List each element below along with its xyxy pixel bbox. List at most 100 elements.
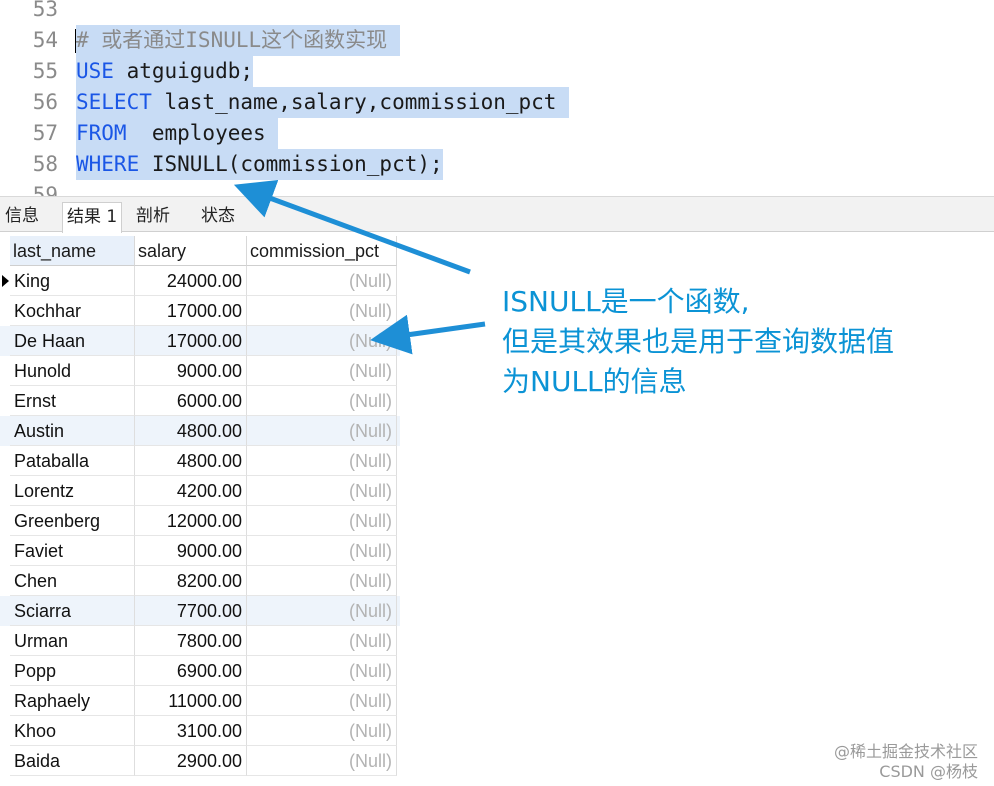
sql-text: employees xyxy=(126,121,279,145)
cell-salary[interactable]: 12000.00 xyxy=(135,506,247,536)
table-row[interactable]: Austin 4800.00 (Null) xyxy=(0,416,400,446)
cell-last-name[interactable]: Popp xyxy=(10,656,135,686)
cell-commission-pct[interactable]: (Null) xyxy=(247,356,397,386)
cell-last-name[interactable]: Ernst xyxy=(10,386,135,416)
cell-salary[interactable]: 9000.00 xyxy=(135,536,247,566)
table-row[interactable]: Popp 6900.00 (Null) xyxy=(0,656,400,686)
cell-last-name[interactable]: De Haan xyxy=(10,326,135,356)
cell-commission-pct[interactable]: (Null) xyxy=(247,716,397,746)
table-row[interactable]: Chen 8200.00 (Null) xyxy=(0,566,400,596)
cell-last-name[interactable]: Raphaely xyxy=(10,686,135,716)
line-number: 56 xyxy=(32,90,58,114)
line-number: 53 xyxy=(32,0,58,21)
code-text[interactable]: USE atguigudb; xyxy=(76,56,254,87)
cell-commission-pct[interactable]: (Null) xyxy=(247,686,397,716)
sql-editor[interactable]: 53 54 # 或者通过ISNULL这个函数实现 55 USE atguigud… xyxy=(0,0,994,196)
sql-keyword: SELECT xyxy=(76,90,152,114)
cell-last-name[interactable]: Hunold xyxy=(10,356,135,386)
sql-comment: # 或者通过ISNULL这个函数实现 xyxy=(76,28,388,52)
cell-salary[interactable]: 17000.00 xyxy=(135,326,247,356)
table-row[interactable]: Kochhar 17000.00 (Null) xyxy=(0,296,400,326)
cell-commission-pct[interactable]: (Null) xyxy=(247,626,397,656)
tab-status[interactable]: 状态 xyxy=(197,202,239,233)
table-row[interactable]: Baida 2900.00 (Null) xyxy=(0,746,400,776)
table-row[interactable]: Faviet 9000.00 (Null) xyxy=(0,536,400,566)
arrow-to-null-cell xyxy=(370,314,486,355)
cell-commission-pct[interactable]: (Null) xyxy=(247,566,397,596)
code-line: 56 SELECT last_name,salary,commission_pc… xyxy=(0,87,994,118)
cell-salary[interactable]: 17000.00 xyxy=(135,296,247,326)
cell-salary[interactable]: 4800.00 xyxy=(135,446,247,476)
cell-commission-pct[interactable]: (Null) xyxy=(247,506,397,536)
cell-commission-pct[interactable]: (Null) xyxy=(247,446,397,476)
annotation-line: ISNULL是一个函数, xyxy=(502,285,750,318)
cell-last-name[interactable]: Greenberg xyxy=(10,506,135,536)
cell-salary[interactable]: 6900.00 xyxy=(135,656,247,686)
cell-commission-pct[interactable]: (Null) xyxy=(247,746,397,776)
code-text[interactable]: # 或者通过ISNULL这个函数实现 xyxy=(76,25,400,56)
cell-commission-pct[interactable]: (Null) xyxy=(247,476,397,506)
table-row[interactable]: Ernst 6000.00 (Null) xyxy=(0,386,400,416)
sql-keyword: FROM xyxy=(76,121,127,145)
line-number: 59 xyxy=(32,183,58,196)
cell-salary[interactable]: 7700.00 xyxy=(135,596,247,626)
watermark-line: @稀土掘金技术社区 xyxy=(833,742,978,761)
table-row[interactable]: Lorentz 4200.00 (Null) xyxy=(0,476,400,506)
cell-last-name[interactable]: Faviet xyxy=(10,536,135,566)
cell-salary[interactable]: 3100.00 xyxy=(135,716,247,746)
cell-last-name[interactable]: Chen xyxy=(10,566,135,596)
code-text[interactable]: SELECT last_name,salary,commission_pct xyxy=(76,87,570,118)
table-row[interactable]: King 24000.00 (Null) xyxy=(0,266,400,296)
annotation-line: 但是其效果也是用于查询数据值 xyxy=(502,325,895,358)
tab-profile[interactable]: 剖析 xyxy=(132,202,174,233)
tab-result-1[interactable]: 结果 1 xyxy=(62,202,123,233)
cell-last-name[interactable]: Khoo xyxy=(10,716,135,746)
table-row[interactable]: Pataballa 4800.00 (Null) xyxy=(0,446,400,476)
code-text[interactable]: WHERE ISNULL(commission_pct); xyxy=(76,149,443,180)
table-row[interactable]: Sciarra 7700.00 (Null) xyxy=(0,596,400,626)
cell-commission-pct[interactable]: (Null) xyxy=(247,596,397,626)
column-header-salary[interactable]: salary xyxy=(135,236,247,266)
cell-salary[interactable]: 9000.00 xyxy=(135,356,247,386)
cell-commission-pct[interactable]: (Null) xyxy=(247,326,397,356)
table-row[interactable]: Hunold 9000.00 (Null) xyxy=(0,356,400,386)
table-row[interactable]: Greenberg 12000.00 (Null) xyxy=(0,506,400,536)
cell-commission-pct[interactable]: (Null) xyxy=(247,386,397,416)
code-line: 57 FROM employees xyxy=(0,118,994,149)
sql-keyword: USE xyxy=(76,59,114,83)
cell-last-name[interactable]: Lorentz xyxy=(10,476,135,506)
cell-salary[interactable]: 4800.00 xyxy=(135,416,247,446)
cell-last-name[interactable]: Pataballa xyxy=(10,446,135,476)
cell-salary[interactable]: 11000.00 xyxy=(135,686,247,716)
sql-text: ISNULL(commission_pct); xyxy=(139,152,443,176)
cell-salary[interactable]: 4200.00 xyxy=(135,476,247,506)
cell-salary[interactable]: 7800.00 xyxy=(135,626,247,656)
cell-commission-pct[interactable]: (Null) xyxy=(247,266,397,296)
cell-salary[interactable]: 8200.00 xyxy=(135,566,247,596)
cell-last-name[interactable]: Austin xyxy=(10,416,135,446)
table-row[interactable]: Urman 7800.00 (Null) xyxy=(0,626,400,656)
sql-text: last_name,salary,commission_pct xyxy=(151,90,570,114)
code-text[interactable]: FROM employees xyxy=(76,118,279,149)
cell-commission-pct[interactable]: (Null) xyxy=(247,536,397,566)
cell-commission-pct[interactable]: (Null) xyxy=(247,416,397,446)
table-row[interactable]: De Haan 17000.00 (Null) xyxy=(0,326,400,356)
column-header-commission-pct[interactable]: commission_pct xyxy=(247,236,397,266)
code-line: 53 xyxy=(0,0,994,25)
cell-last-name[interactable]: Kochhar xyxy=(10,296,135,326)
sql-keyword: WHERE xyxy=(76,152,140,176)
cell-last-name[interactable]: Baida xyxy=(10,746,135,776)
cell-salary[interactable]: 24000.00 xyxy=(135,266,247,296)
cell-last-name[interactable]: King xyxy=(10,266,135,296)
tab-info[interactable]: 信息 xyxy=(1,202,43,233)
cell-commission-pct[interactable]: (Null) xyxy=(247,656,397,686)
column-header-last-name[interactable]: last_name xyxy=(10,236,135,266)
line-number: 54 xyxy=(32,28,58,52)
cell-salary[interactable]: 6000.00 xyxy=(135,386,247,416)
table-row[interactable]: Khoo 3100.00 (Null) xyxy=(0,716,400,746)
cell-salary[interactable]: 2900.00 xyxy=(135,746,247,776)
cell-last-name[interactable]: Urman xyxy=(10,626,135,656)
cell-last-name[interactable]: Sciarra xyxy=(10,596,135,626)
table-row[interactable]: Raphaely 11000.00 (Null) xyxy=(0,686,400,716)
cell-commission-pct[interactable]: (Null) xyxy=(247,296,397,326)
